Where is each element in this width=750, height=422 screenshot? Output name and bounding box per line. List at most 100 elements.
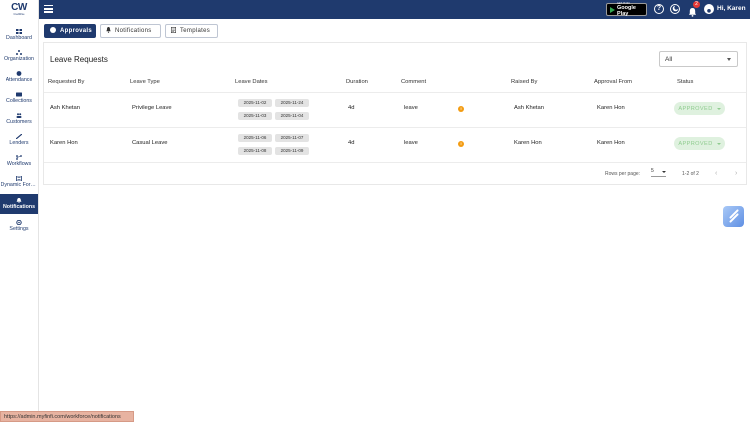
- sidebar-item-dashboard[interactable]: Dashboard: [0, 25, 38, 45]
- leave-date-chip: 2025-11-03: [238, 112, 272, 120]
- column-header-leave-dates[interactable]: Leave Dates: [235, 79, 268, 85]
- brand-logo[interactable]: CW CredWise: [0, 0, 39, 19]
- rows-per-page-label: Rows per page:: [605, 171, 641, 177]
- user-greeting[interactable]: Hi, Karen: [717, 5, 746, 12]
- sidebar-item-workflows[interactable]: Workflows: [0, 151, 38, 171]
- rows-per-page-select[interactable]: 5: [651, 168, 666, 177]
- column-header-approval-from[interactable]: Approval From: [594, 79, 632, 85]
- rows-per-page-value: 5: [651, 168, 654, 174]
- cell-leave-type: Privilege Leave: [132, 105, 172, 111]
- top-bar: CW CredWise GET IT ON Google Play ? 2 Hi…: [0, 0, 750, 19]
- theme-toggle-icon[interactable]: [670, 4, 680, 14]
- status-dropdown[interactable]: APPROVED: [674, 137, 725, 150]
- status-filter-select[interactable]: All: [659, 51, 738, 67]
- attendance-icon: [16, 71, 22, 76]
- column-header-leave-type[interactable]: Leave Type: [130, 79, 160, 85]
- column-header-raised-by[interactable]: Raised By: [511, 79, 537, 85]
- help-icon[interactable]: ?: [654, 4, 664, 14]
- tab-label: Approvals: [60, 28, 93, 34]
- leave-date-chip: 2025-11-07: [275, 134, 309, 142]
- tab-notifications[interactable]: Notifications: [100, 24, 161, 38]
- cell-duration: 4d: [348, 140, 355, 146]
- sidebar-item-settings[interactable]: Settings: [0, 216, 38, 236]
- leave-date-chip: 2025-11-08: [238, 147, 272, 155]
- play-store-icon: [610, 6, 615, 13]
- cell-duration: 4d: [348, 105, 355, 111]
- leave-date-chip: 2025-11-24: [275, 99, 309, 107]
- leave-requests-card: Leave Requests All Requested By Leave Ty…: [43, 42, 747, 185]
- approvals-icon: [50, 27, 56, 35]
- dashboard-icon: [16, 29, 22, 34]
- workflows-icon: [16, 155, 22, 160]
- cell-raised-by: Ash Khetan: [514, 105, 544, 111]
- sidebar-item-label: Collections: [6, 98, 32, 104]
- cell-approval-from: Karen Hon: [597, 105, 625, 111]
- sidebar-item-label: Dynamic Forms: [0, 182, 38, 188]
- sidebar: Dashboard Organization Attendance Collec…: [0, 19, 39, 422]
- menu-toggle-icon[interactable]: [44, 5, 53, 13]
- column-header-duration[interactable]: Duration: [346, 79, 368, 85]
- card-title: Leave Requests: [50, 55, 108, 64]
- leave-date-chip: 2025-11-09: [275, 147, 309, 155]
- pagination-range: 1-2 of 2: [682, 171, 699, 177]
- tab-approvals[interactable]: Approvals: [44, 24, 96, 38]
- settings-icon: [16, 220, 22, 225]
- sidebar-item-label: Organization: [3, 56, 35, 62]
- organization-icon: [16, 50, 22, 55]
- chevron-down-icon: [662, 171, 666, 173]
- quick-action-button[interactable]: [723, 206, 744, 227]
- status-dropdown[interactable]: APPROVED: [674, 102, 725, 115]
- cell-comment: leave: [404, 105, 418, 111]
- sidebar-item-label: Attendance: [5, 77, 33, 83]
- cell-raised-by: Karen Hon: [514, 140, 542, 146]
- chevron-down-icon: [716, 107, 721, 110]
- sidebar-item-label: Customers: [6, 119, 32, 125]
- sidebar-item-label: Workflows: [6, 161, 32, 167]
- sidebar-item-label: Notifications: [2, 204, 36, 210]
- cell-requested-by: Ash Khetan: [50, 105, 80, 111]
- leave-date-chip: 2025-11-04: [275, 112, 309, 120]
- sidebar-item-label: Lenders: [9, 140, 29, 146]
- sidebar-item-label: Settings: [9, 226, 29, 232]
- chevron-down-icon: [716, 142, 721, 145]
- customers-icon: [16, 113, 22, 118]
- google-play-badge[interactable]: GET IT ON Google Play: [606, 2, 647, 17]
- sidebar-item-collections[interactable]: Collections: [0, 88, 38, 108]
- cell-approval-from: Karen Hon: [597, 140, 625, 146]
- header-divider: [44, 92, 746, 93]
- sidebar-item-notifications[interactable]: Notifications: [0, 194, 38, 214]
- sidebar-item-customers[interactable]: Customers: [0, 109, 38, 129]
- tab-templates[interactable]: Templates: [165, 24, 218, 38]
- notifications-icon: [16, 198, 22, 203]
- notification-count-badge: 2: [693, 1, 700, 8]
- sidebar-item-attendance[interactable]: Attendance: [0, 67, 38, 87]
- templates-icon: [171, 27, 177, 35]
- comment-info-icon[interactable]: !: [458, 106, 464, 112]
- sidebar-item-organization[interactable]: Organization: [0, 46, 38, 66]
- leave-date-chip: 2025-11-06: [238, 134, 272, 142]
- row-divider: [44, 127, 746, 128]
- column-header-status[interactable]: Status: [677, 79, 693, 85]
- cell-leave-type: Casual Leave: [132, 140, 168, 146]
- row-divider: [44, 162, 746, 163]
- status-label: APPROVED: [678, 140, 713, 147]
- comment-info-icon[interactable]: !: [458, 141, 464, 147]
- column-header-requested-by[interactable]: Requested By: [48, 79, 84, 85]
- next-page-icon[interactable]: ›: [735, 170, 737, 177]
- user-avatar-icon[interactable]: [704, 4, 714, 14]
- cell-requested-by: Karen Hon: [50, 140, 78, 146]
- forms-icon: [16, 176, 22, 181]
- previous-page-icon[interactable]: ‹: [715, 170, 717, 177]
- column-header-comment[interactable]: Comment: [401, 79, 426, 85]
- cell-comment: leave: [404, 140, 418, 146]
- browser-status-url: https://admin.myfinfi.com/workforce/noti…: [0, 411, 134, 422]
- sidebar-item-lenders[interactable]: Lenders: [0, 130, 38, 150]
- status-label: APPROVED: [678, 105, 713, 112]
- bell-icon: [106, 27, 111, 35]
- logo-subtitle: CredWise: [13, 13, 25, 16]
- google-play-text: Google Play: [617, 5, 636, 17]
- sidebar-item-label: Dashboard: [6, 35, 32, 41]
- sidebar-item-dynamic-forms[interactable]: Dynamic Forms: [0, 172, 38, 192]
- filter-value: All: [665, 56, 673, 63]
- chevron-down-icon: [727, 58, 731, 61]
